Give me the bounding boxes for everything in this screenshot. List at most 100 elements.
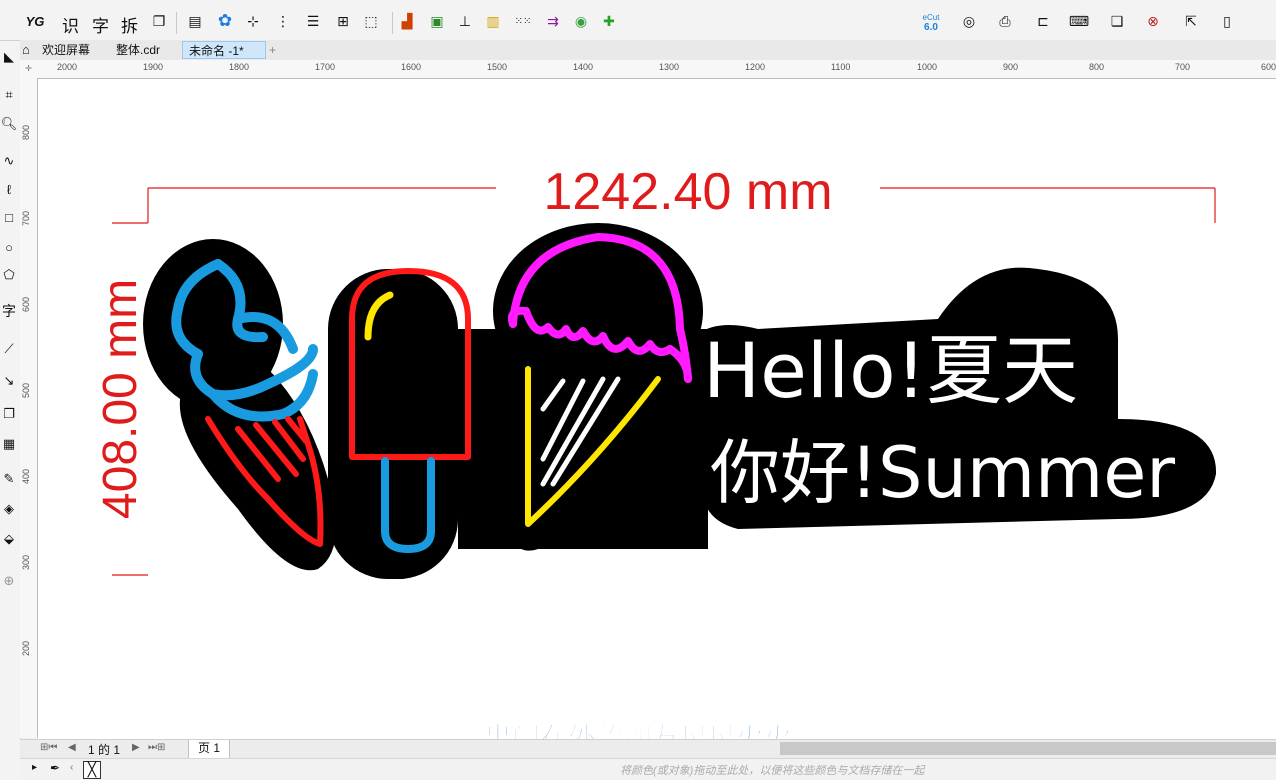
- horizontal-ruler[interactable]: 2000 1900 1800 1700 1600 1500 1400 1300 1200 1100…: [37, 60, 1276, 79]
- neon-sign-artwork: 1242.40 mm 408.00 mm Hello!夏天 你好!Summer …: [94, 163, 1217, 739]
- page-counter: 1 的 1: [88, 743, 121, 757]
- document-palette-bar: ▸ ✒ ‹ ╳ 将颜色(或对象)拖动至此处，以便将这些颜色与文档存储在一起: [20, 758, 1276, 780]
- ruler-label: 200: [21, 640, 31, 656]
- sign-text-line2[interactable]: 你好!Summer: [710, 432, 1175, 514]
- ecut-label: eCut: [922, 13, 940, 22]
- ruler-label: 800: [1089, 62, 1105, 72]
- ruler-label: 2000: [57, 62, 78, 72]
- ruler-label: 700: [21, 210, 31, 226]
- shape-tool-icon[interactable]: ◣: [0, 48, 18, 66]
- zoom-tool-icon[interactable]: 🔍︎: [0, 115, 18, 133]
- ruler-label: 300: [21, 554, 31, 570]
- next-page-icon[interactable]: ▶: [132, 742, 140, 753]
- connector-tool-icon[interactable]: ↘: [0, 372, 18, 390]
- last-page-icon[interactable]: ⏭⊞: [148, 742, 165, 753]
- video-subtitle: 出门在外的朋友风风火火: [484, 721, 792, 739]
- palette-hint: 将颜色(或对象)拖动至此处，以便将这些颜色与文档存储在一起: [620, 765, 925, 777]
- text-tool-icon[interactable]: 字: [0, 302, 18, 320]
- home-icon: ⌂: [22, 42, 30, 57]
- image-icon[interactable]: ▣: [426, 10, 448, 32]
- vertical-ruler[interactable]: 800 700 600 500 400 300 200: [20, 78, 38, 738]
- toolbar-separator: [392, 12, 393, 34]
- keyboard-icon[interactable]: ⌨: [1068, 10, 1090, 32]
- font-button[interactable]: 字: [92, 12, 109, 37]
- ruler-label: 1100: [831, 62, 851, 72]
- puzzle-icon[interactable]: ✚: [598, 10, 620, 32]
- page-tab[interactable]: 页 1: [188, 740, 230, 759]
- ruler-label: 900: [1003, 62, 1019, 72]
- copy-icon[interactable]: ❐: [148, 10, 170, 32]
- drop-shadow-icon[interactable]: ❐: [0, 405, 18, 423]
- node-align-icon[interactable]: ⋮: [272, 10, 294, 32]
- align-icon[interactable]: ⊥: [454, 10, 476, 32]
- ruler-label: 1500: [487, 62, 508, 72]
- ruler-label: 1200: [745, 62, 766, 72]
- layout-icon[interactable]: ▟: [396, 10, 418, 32]
- lines-icon[interactable]: ☰: [302, 10, 324, 32]
- first-page-icon[interactable]: ⊞⏮: [40, 742, 57, 753]
- grid-icon[interactable]: ⊞: [332, 10, 354, 32]
- interactive-fill-icon[interactable]: ◈: [0, 500, 18, 518]
- toolbar-separator: [176, 12, 177, 34]
- layers-icon[interactable]: ❏: [1106, 10, 1128, 32]
- add-tool-icon[interactable]: ⊕: [0, 572, 18, 590]
- crop-tool-icon[interactable]: ⌗: [0, 86, 18, 104]
- table-icon[interactable]: ▤: [184, 10, 206, 32]
- palette-back-icon[interactable]: ‹: [70, 762, 73, 773]
- ellipse-tool-icon[interactable]: ○: [0, 238, 18, 256]
- measure-icon[interactable]: ◎: [958, 10, 980, 32]
- ecut-logo[interactable]: eCut 6.0: [922, 13, 940, 34]
- height-dimension-text[interactable]: 408.00 mm: [94, 279, 147, 519]
- stop-icon[interactable]: ⊗: [1142, 10, 1164, 32]
- document-tabs: ⌂ 欢迎屏幕 整体.cdr 未命名 -1* +: [20, 40, 1276, 61]
- globe-icon[interactable]: ◉: [570, 10, 592, 32]
- drawing-canvas[interactable]: 1242.40 mm 408.00 mm Hello!夏天 你好!Summer …: [38, 79, 1276, 739]
- toolbox: ▲ ◣ ⌗ 🔍︎ ∿ ℓ □ ○ ⬠ 字 ⟋ ↘ ❐ ▦ ✎ ◈ ⬙ ⊕: [0, 0, 21, 779]
- ruler-label: 700: [1175, 62, 1191, 72]
- parallel-dimension-icon[interactable]: ⟋: [0, 340, 18, 358]
- ruler-label: 1900: [143, 62, 164, 72]
- sign-text-line1[interactable]: Hello!夏天: [703, 326, 1078, 415]
- yg-logo-icon[interactable]: YG: [24, 10, 46, 32]
- ruler-origin[interactable]: ✛: [20, 60, 38, 79]
- panel-icon[interactable]: ▯: [1216, 10, 1238, 32]
- recognize-button[interactable]: 识: [62, 12, 79, 37]
- eyedropper-icon[interactable]: ✒: [50, 761, 60, 775]
- tab-untitled[interactable]: 未命名 -1*: [182, 41, 266, 59]
- transparency-tool-icon[interactable]: ▦: [0, 435, 18, 453]
- tab-overall[interactable]: 整体.cdr: [110, 41, 186, 59]
- palette-arrow-icon[interactable]: ▸: [32, 762, 37, 773]
- select-box-icon[interactable]: ⬚: [360, 10, 382, 32]
- rectangle-tool-icon[interactable]: □: [0, 208, 18, 226]
- tab-welcome[interactable]: ⌂ 欢迎屏幕: [20, 41, 110, 59]
- freehand-tool-icon[interactable]: ∿: [0, 152, 18, 170]
- ruler-label: 1300: [659, 62, 680, 72]
- no-color-swatch[interactable]: ╳: [83, 761, 101, 779]
- ruler-label: 400: [21, 468, 31, 484]
- horizontal-scrollbar[interactable]: [780, 742, 1276, 755]
- flower-icon[interactable]: ✿: [214, 10, 236, 32]
- top-toolbar: YG 识 字 拆 ❐ ▤ ✿ ⊹ ⋮ ☰ ⊞ ⬚ ▟ ▣ ⊥ ▥ ⁙⁙ ⇉ ◉ …: [0, 0, 1276, 41]
- polygon-tool-icon[interactable]: ⬠: [0, 266, 18, 284]
- ruler-label: 1400: [573, 62, 594, 72]
- artistic-media-icon[interactable]: ℓ: [0, 180, 18, 198]
- ruler-label: 800: [21, 124, 31, 140]
- add-tab-icon[interactable]: +: [266, 41, 284, 59]
- dots-grid-icon[interactable]: ⁙⁙: [512, 10, 534, 32]
- arrows-icon[interactable]: ⇉: [542, 10, 564, 32]
- smart-fill-icon[interactable]: ⬙: [0, 530, 18, 548]
- eyedropper-tool-icon[interactable]: ✎: [0, 470, 18, 488]
- ruler-label: 1600: [401, 62, 422, 72]
- tab-untitled-label: 未命名 -1*: [189, 44, 244, 58]
- split-button[interactable]: 拆: [121, 12, 138, 37]
- export-icon[interactable]: ⇱: [1180, 10, 1202, 32]
- ecut-version: 6.0: [924, 22, 938, 33]
- prev-page-icon[interactable]: ◀: [68, 742, 76, 753]
- chart-icon[interactable]: ▥: [482, 10, 504, 32]
- ruler-tool-icon[interactable]: ⊏: [1032, 10, 1054, 32]
- curve-tool-icon[interactable]: ⊹: [242, 10, 264, 32]
- width-dimension-text[interactable]: 1242.40 mm: [543, 163, 832, 221]
- print-icon[interactable]: ⎙: [994, 10, 1016, 32]
- ruler-label: 1800: [229, 62, 250, 72]
- ruler-label: 600: [1261, 62, 1276, 72]
